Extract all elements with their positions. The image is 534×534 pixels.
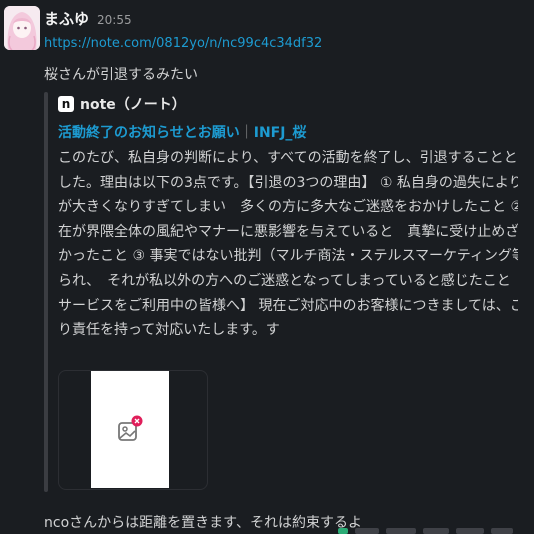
preview-accent-bar (44, 92, 48, 492)
peek-mark (456, 528, 484, 534)
title-separator: ｜ (239, 125, 254, 141)
preview-title-author: INFJ_桜 (253, 125, 307, 141)
preview-title: 活動終了のお知らせとお願い (58, 125, 240, 141)
description-line: した。理由は以下の3点です。【引退の3つの理由】 ① 私自身の過失により、事態 (58, 174, 518, 191)
description-line: り責任を持って対応いたします。す (58, 322, 280, 339)
preview-description: このたび、私自身の判断により、すべての活動を終了し、引退することといたしま した… (58, 146, 518, 343)
broken-image-icon (118, 415, 143, 441)
preview-source: n note（ノート） (58, 94, 186, 114)
preview-title-link[interactable]: 活動終了のお知らせとお願い｜INFJ_桜 (58, 122, 306, 142)
description-line: られ、 それが私以外の方へのご迷惑となってしまっていると感じたこと 【現在 (58, 272, 518, 289)
peek-mark (355, 528, 379, 534)
message-text: 桜さんが引退するみたい (44, 67, 198, 83)
message-timestamp[interactable]: 20:55 (97, 13, 132, 27)
description-line: 在が界隈全体の風紀やマナーに悪影響を与えていると 真摯に受け止めざるを得な (58, 223, 518, 240)
peek-mark (338, 528, 348, 534)
preview-thumbnail-frame[interactable] (58, 370, 208, 490)
peek-mark (386, 528, 416, 534)
peek-mark (491, 528, 513, 534)
author-name[interactable]: まふゆ (44, 8, 89, 29)
message-text-2: ncoさんからは距離を置きます、それは約束するよ (44, 515, 363, 531)
message-header: まふゆ 20:55 (44, 8, 132, 28)
shared-link[interactable]: https://note.com/0812yo/n/nc99c4c34df32 (44, 36, 322, 51)
peek-mark (423, 528, 449, 534)
description-line: が大きくなりすぎてしまい 多くの方に多大なご迷惑をおかけしたこと ② 私の存 (58, 199, 518, 216)
avatar[interactable] (4, 6, 40, 50)
description-line: かったこと ③ 事実ではない批判（マルチ商法・ステルスマーケティング等）が見 (58, 248, 518, 265)
description-line: サービスをご利用中の皆様へ】 現在ご対応中のお客様につきましては、これまで通 (58, 297, 518, 314)
next-message-peek (338, 524, 534, 534)
link-preview: n note（ノート） 活動終了のお知らせとお願い｜INFJ_桜 このたび、私自… (44, 92, 524, 492)
preview-source-name: note（ノート） (80, 97, 186, 113)
note-logo-icon: n (58, 96, 74, 112)
preview-thumbnail[interactable] (91, 371, 169, 488)
description-line: このたび、私自身の判断により、すべての活動を終了し、引退することといたしま (58, 150, 518, 166)
